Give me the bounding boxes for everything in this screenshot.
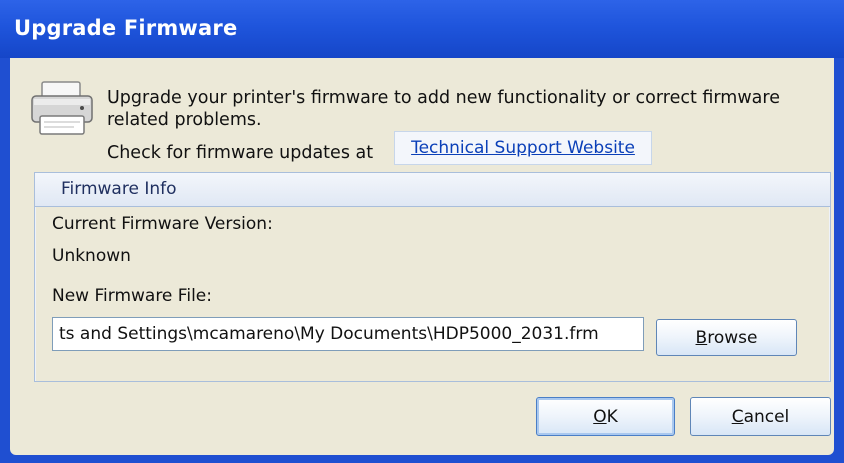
upgrade-firmware-dialog: Upgrade Firmware Upgrade your printer's … [0, 0, 844, 463]
firmware-info-title: Firmware Info [61, 179, 177, 199]
new-firmware-file-label: New Firmware File: [52, 286, 212, 306]
upgrade-description: Upgrade your printer's firmware to add n… [107, 88, 780, 130]
dialog-title: Upgrade Firmware [14, 16, 238, 40]
ok-button[interactable]: OK [536, 397, 675, 436]
title-bar[interactable]: Upgrade Firmware [0, 0, 844, 58]
current-version-value: Unknown [52, 246, 131, 266]
printer-icon [28, 80, 96, 138]
current-version-label: Current Firmware Version: [52, 214, 273, 234]
firmware-file-path-input[interactable]: ts and Settings\mcamareno\My Documents\H… [52, 317, 644, 351]
browse-button[interactable]: Browse [656, 319, 797, 356]
technical-support-link[interactable]: Technical Support Website [394, 131, 652, 165]
check-updates-label: Check for firmware updates at [107, 143, 374, 163]
firmware-info-header: Firmware Info [35, 173, 830, 207]
cancel-button[interactable]: Cancel [690, 397, 831, 436]
